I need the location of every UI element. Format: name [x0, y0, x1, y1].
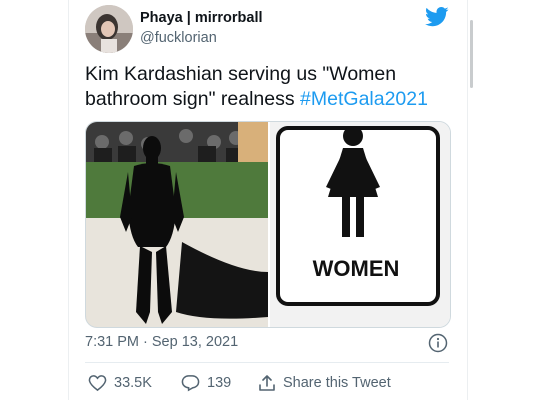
sign-panel-bg: [238, 122, 268, 162]
author-name[interactable]: Phaya | mirrorball: [140, 10, 263, 26]
share-button[interactable]: Share this Tweet: [258, 373, 391, 393]
reply-count: 139: [207, 375, 232, 391]
hashtag-link[interactable]: #MetGala2021: [300, 88, 428, 110]
tweet-media[interactable]: WOMEN: [85, 121, 451, 328]
media-collage: WOMEN: [86, 122, 450, 327]
sign-label: WOMEN: [313, 256, 400, 281]
like-count: 33.5K: [114, 375, 152, 391]
tweet-timestamp[interactable]: 7:31 PM · Sep 13, 2021: [85, 334, 238, 350]
info-icon[interactable]: [428, 333, 448, 353]
tweet-text: Kim Kardashian serving us "Women bathroo…: [85, 62, 455, 112]
twitter-bird-icon: [425, 7, 449, 27]
author-handle[interactable]: @fucklorian: [140, 30, 217, 46]
divider: [85, 362, 449, 363]
scrollbar[interactable]: [470, 20, 473, 88]
share-icon: [259, 375, 275, 391]
heart-icon: [88, 375, 107, 392]
share-label: Share this Tweet: [283, 375, 391, 391]
reply-button[interactable]: 139: [181, 373, 231, 393]
reply-bubble-icon: [181, 375, 200, 392]
like-button[interactable]: 33.5K: [88, 373, 152, 393]
avatar[interactable]: [85, 5, 133, 53]
